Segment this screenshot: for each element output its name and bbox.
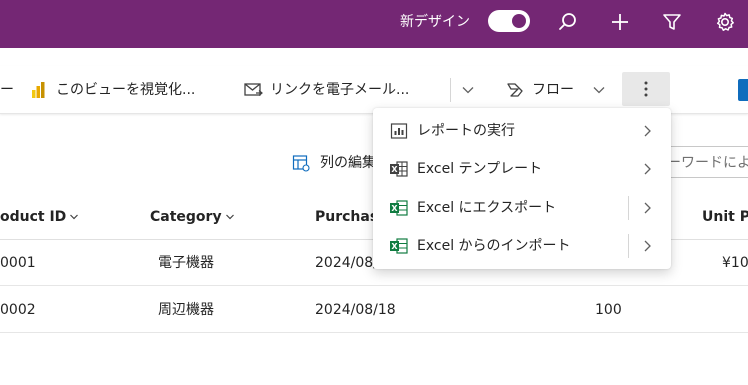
category-cell: 周辺機器 bbox=[158, 302, 214, 318]
chevron-down-icon bbox=[593, 87, 605, 94]
email-link-chevron-button[interactable] bbox=[461, 79, 477, 101]
partial-command-label: ー bbox=[0, 82, 14, 98]
new-design-label: 新デザイン bbox=[400, 14, 470, 30]
chevron-right-icon bbox=[644, 125, 651, 137]
column-header-category[interactable]: Category bbox=[150, 207, 235, 227]
chevron-right-icon[interactable] bbox=[641, 201, 653, 215]
excel-import-icon: X bbox=[390, 238, 408, 254]
more-commands-button[interactable] bbox=[622, 72, 670, 106]
excel-export-icon: X bbox=[390, 200, 408, 216]
add-icon[interactable] bbox=[608, 10, 632, 34]
purchase-cell: 2024/08/ bbox=[315, 255, 378, 271]
command-separator bbox=[450, 78, 451, 102]
column-header-label: Unit Pr bbox=[702, 209, 748, 225]
report-icon bbox=[390, 123, 408, 139]
flow-icon bbox=[507, 83, 523, 97]
column-header-unit-price[interactable]: Unit Pr bbox=[702, 207, 748, 227]
chevron-down-icon bbox=[70, 214, 79, 220]
settings-icon[interactable] bbox=[713, 10, 737, 34]
menu-item-label: Excel からのインポート bbox=[417, 238, 571, 254]
svg-text:X: X bbox=[391, 165, 398, 174]
product-id-cell: 0001 bbox=[0, 255, 36, 271]
menu-item-label: Excel テンプレート bbox=[417, 161, 543, 177]
unit-price-cell: ¥10 bbox=[722, 255, 748, 271]
chevron-right-icon[interactable] bbox=[641, 239, 653, 253]
email-link-label: リンクを電子メール... bbox=[270, 82, 410, 98]
excel-template-icon: X bbox=[390, 161, 408, 177]
svg-text:X: X bbox=[391, 242, 398, 251]
split-separator bbox=[628, 234, 629, 258]
flow-chevron-button[interactable] bbox=[592, 79, 608, 101]
powerbi-icon bbox=[32, 82, 45, 98]
column-header-product-id[interactable]: oduct ID bbox=[0, 207, 79, 227]
menu-item-label: レポートの実行 bbox=[417, 123, 515, 139]
more-vertical-icon bbox=[644, 81, 648, 97]
column-header-label: oduct ID bbox=[0, 209, 67, 225]
flow-label: フロー bbox=[532, 82, 574, 98]
chevron-down-icon bbox=[462, 87, 474, 94]
purchase-cell: 2024/08/18 bbox=[315, 302, 396, 318]
email-link-icon bbox=[244, 83, 263, 96]
edit-columns-label: 列の編集 bbox=[320, 155, 376, 171]
menu-item-import-from-excel[interactable]: X Excel からのインポート bbox=[373, 227, 671, 265]
product-id-cell: 0002 bbox=[0, 302, 36, 318]
category-cell: 電子機器 bbox=[158, 255, 214, 271]
menu-item-excel-template[interactable]: X Excel テンプレート bbox=[373, 150, 671, 188]
menu-item-export-to-excel[interactable]: X Excel にエクスポート bbox=[373, 189, 671, 227]
new-design-toggle[interactable] bbox=[488, 10, 530, 32]
chevron-right-icon bbox=[644, 163, 651, 175]
quantity-cell: 100 bbox=[595, 302, 622, 318]
menu-item-run-report[interactable]: レポートの実行 bbox=[373, 112, 671, 150]
filter-icon[interactable] bbox=[660, 10, 684, 34]
visualize-view-label: このビューを視覚化... bbox=[56, 82, 196, 98]
edit-columns-icon bbox=[292, 155, 310, 172]
menu-item-label: Excel にエクスポート bbox=[417, 200, 557, 216]
table-row[interactable]: 0002 周辺機器 2024/08/18 100 bbox=[0, 287, 748, 333]
search-placeholder: ーワードによ bbox=[667, 155, 748, 171]
toggle-knob bbox=[512, 14, 526, 28]
svg-text:X: X bbox=[391, 204, 398, 213]
search-icon[interactable] bbox=[556, 10, 580, 34]
column-header-label: Category bbox=[150, 209, 222, 225]
primary-action-button[interactable] bbox=[738, 79, 748, 101]
app-header: 新デザイン bbox=[0, 0, 748, 48]
more-commands-menu: レポートの実行 X Excel テンプレート X Excel にエクスポート X… bbox=[373, 108, 671, 269]
split-separator bbox=[628, 196, 629, 220]
chevron-down-icon bbox=[225, 214, 234, 220]
